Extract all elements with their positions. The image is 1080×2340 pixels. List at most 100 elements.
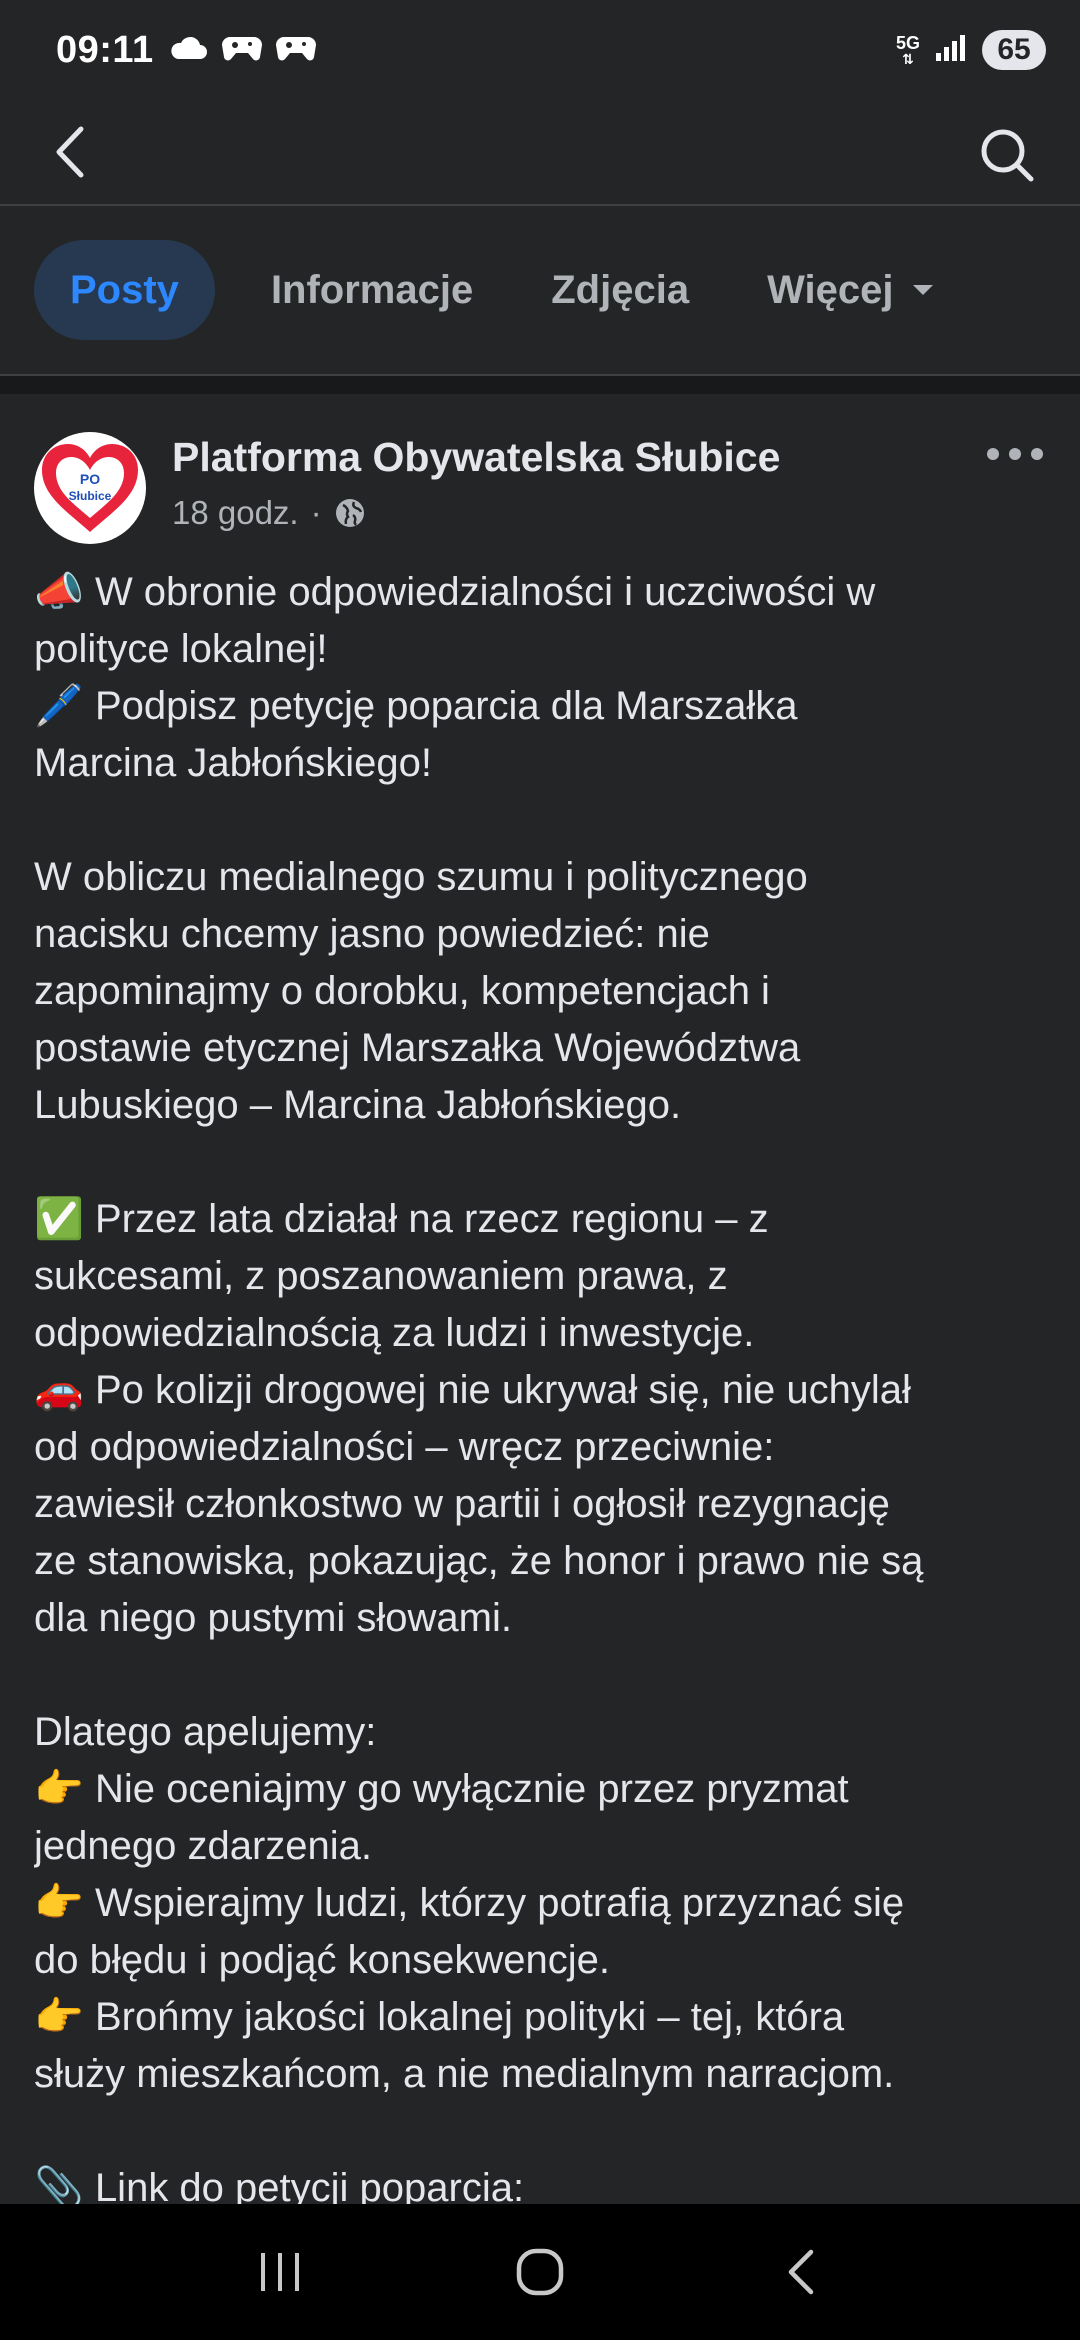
post-line-text: Po kolizji drogowej nie ukrywał się, nie… (94, 1368, 911, 1412)
tab-wiecej[interactable]: Więcej (731, 240, 971, 340)
post-line-text: Nie oceniajmy go wyłącznie przez pryzmat (94, 1767, 849, 1811)
post-more-button[interactable] (980, 434, 1050, 474)
system-back-button[interactable] (755, 2227, 845, 2317)
status-right: 5G ⇅ 65 (896, 30, 1046, 70)
post-line-text: polityce lokalnej! (34, 627, 328, 671)
tab-zdjecia[interactable]: Zdjęcia (515, 240, 725, 340)
post-body: 📣 W obronie odpowiedzialności i uczciwoś… (34, 564, 1054, 2204)
status-bar: 09:11 5G ⇅ 65 (0, 0, 1080, 100)
post-line-text: odpowiedzialnością za ludzi i inwestycje… (34, 1311, 755, 1355)
post-meta: 18 godz. · (172, 494, 366, 532)
post-line-text: W obliczu medialnego szumu i polityczneg… (34, 855, 808, 899)
post-line-text: do błędu i podjąć konsekwencje. (34, 1938, 610, 1982)
post-text-line: zapominajmy o dorobku, kompetencjach i (34, 963, 1054, 1020)
post-emoji-icon: 📣 (34, 569, 84, 615)
post-text-line: ✅ Przez lata działał na rzecz regionu – … (34, 1191, 1054, 1248)
post-emoji-icon: 🖊️ (34, 683, 84, 729)
network-type: 5G ⇅ (895, 33, 920, 67)
globe-icon (335, 499, 364, 527)
cloud-icon (168, 35, 208, 66)
post-emoji-icon: 👉 (34, 1880, 84, 1926)
post-line-text: W obronie odpowiedzialności i uczciwości… (94, 570, 876, 614)
post-text-line: sukcesami, z poszanowaniem prawa, z (34, 1248, 1054, 1305)
post-text-line: 🚗 Po kolizji drogowej nie ukrywał się, n… (34, 1362, 1054, 1419)
back-button[interactable] (40, 122, 100, 182)
tab-informacje[interactable]: Informacje (235, 240, 509, 340)
post-text-line: nacisku chcemy jasno powiedzieć: nie (34, 906, 1054, 963)
post-line-text: służy mieszkańcom, a nie medialnym narra… (34, 2052, 895, 2096)
top-nav (0, 100, 1080, 206)
post-text-line: jednego zdarzenia. (34, 1818, 1054, 1875)
post-line-text: zapominajmy o dorobku, kompetencjach i (34, 969, 770, 1013)
avatar[interactable]: PO Słubice (34, 432, 146, 544)
search-icon (981, 129, 1034, 182)
tab-posty[interactable]: Posty (34, 240, 215, 340)
post-line-text: ze stanowiska, pokazując, że honor i pra… (34, 1539, 924, 1583)
post-line-text: Link do petycji poparcia: (94, 2166, 525, 2204)
page-tabs: Posty Informacje Zdjęcia Więcej (0, 206, 1080, 376)
recent-apps-icon (261, 2253, 299, 2291)
post-line-text: Marcina Jabłońskiego! (34, 741, 432, 785)
svg-text:PO: PO (80, 471, 100, 487)
post-text-line: 👉 Wspierajmy ludzi, którzy potrafią przy… (34, 1875, 1054, 1932)
recent-apps-button[interactable] (235, 2227, 325, 2317)
post-text-line: od odpowiedzialności – wręcz przeciwnie: (34, 1419, 1054, 1476)
post-text-line: służy mieszkańcom, a nie medialnym narra… (34, 2046, 1054, 2103)
post-line-text: Przez lata działał na rzecz regionu – z (94, 1197, 769, 1241)
post-emoji-icon: 🚗 (34, 1367, 84, 1413)
post-line-text: sukcesami, z poszanowaniem prawa, z (34, 1254, 728, 1298)
post-text-line: 🖊️ Podpisz petycję poparcia dla Marszałk… (34, 678, 1054, 735)
home-circle-icon (516, 2248, 564, 2296)
post-text-line: polityce lokalnej! (34, 621, 1054, 678)
back-chevron-icon (788, 2249, 814, 2295)
svg-text:Słubice: Słubice (69, 489, 112, 503)
search-button[interactable] (974, 122, 1040, 188)
post-text-line: 👉 Nie oceniajmy go wyłącznie przez pryzm… (34, 1761, 1054, 1818)
post-text-line: Marcina Jabłońskiego! (34, 735, 1054, 792)
post-text-line: do błędu i podjąć konsekwencje. (34, 1932, 1054, 1989)
heart-logo-icon: PO Słubice (42, 444, 138, 532)
post-author[interactable]: Platforma Obywatelska Słubice (172, 434, 780, 481)
post-line-text: Dlatego apelujemy: (34, 1710, 377, 1754)
post-text-line: ze stanowiska, pokazując, że honor i pra… (34, 1533, 1054, 1590)
home-button[interactable] (495, 2227, 585, 2317)
post-line-text: jednego zdarzenia. (34, 1824, 373, 1868)
post-text-line: Dlatego apelujemy: (34, 1704, 1054, 1761)
post-text-line: 📎 Link do petycji poparcia: (34, 2160, 1054, 2204)
post-emoji-icon: ✅ (34, 1196, 84, 1242)
chevron-left-icon (56, 126, 84, 178)
post-line-text: od odpowiedzialności – wręcz przeciwnie: (34, 1425, 775, 1469)
post-line-text: Lubuskiego – Marcina Jabłońskiego. (34, 1083, 682, 1127)
status-time: 09:11 (56, 28, 154, 71)
post-header: PO Słubice Platforma Obywatelska Słubice… (0, 394, 1080, 564)
post-emoji-icon: 👉 (34, 1994, 84, 2040)
post-text-line: Lubuskiego – Marcina Jabłońskiego. (34, 1077, 1054, 1134)
tab-wiecej-label: Więcej (767, 267, 894, 312)
post-emoji-icon: 👉 (34, 1766, 84, 1812)
post-line-text: Podpisz petycję poparcia dla Marszałka (94, 684, 798, 728)
post-text-line: zawiesił członkostwo w partii i ogłosił … (34, 1476, 1054, 1533)
more-horizontal-icon (987, 448, 1043, 460)
battery-indicator: 65 (982, 30, 1046, 70)
post-text-line: postawie etycznej Marszałka Województwa (34, 1020, 1054, 1077)
post-text-line: 📣 W obronie odpowiedzialności i uczciwoś… (34, 564, 1054, 621)
post-text-line: 👉 Brońmy jakości lokalnej polityki – tej… (34, 1989, 1054, 2046)
post-line-text: nacisku chcemy jasno powiedzieć: nie (34, 912, 710, 956)
post-time[interactable]: 18 godz. (172, 494, 299, 532)
post-line-text: postawie etycznej Marszałka Województwa (34, 1026, 801, 1070)
post-text-line: odpowiedzialnością za ludzi i inwestycje… (34, 1305, 1054, 1362)
section-divider (0, 376, 1080, 394)
post-emoji-icon: 📎 (34, 2165, 84, 2204)
post-line-text: Wspierajmy ludzi, którzy potrafią przyzn… (94, 1881, 905, 1925)
caret-down-icon (913, 285, 934, 295)
status-left: 09:11 (56, 29, 316, 72)
signal-icon (934, 33, 968, 68)
post-text-line: W obliczu medialnego szumu i polityczneg… (34, 849, 1054, 906)
post-line-text: Brońmy jakości lokalnej polityki – tej, … (94, 1995, 845, 2039)
game-controller-icon (221, 33, 262, 68)
post-line-text: zawiesił członkostwo w partii i ogłosił … (34, 1482, 890, 1526)
